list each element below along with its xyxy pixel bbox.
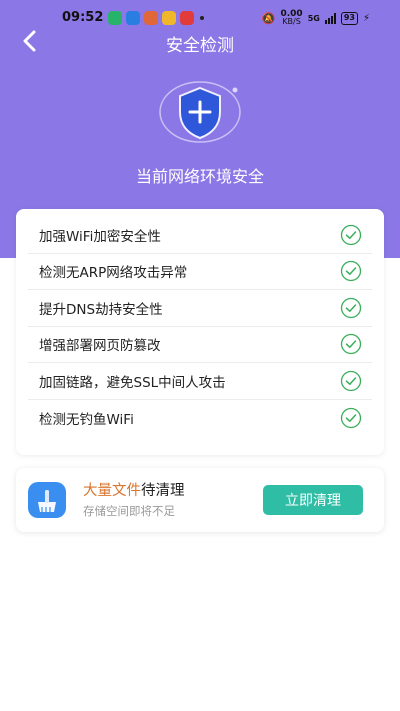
check-item: 加强WiFi加密安全性 (28, 217, 372, 254)
net-speed: 0.00 KB/S (280, 10, 302, 26)
video-app-icon (162, 11, 176, 25)
security-checks-card: 加强WiFi加密安全性 检测无ARP网络攻击异常 提升DNS劫持安全性 增强部署… (16, 209, 384, 455)
check-label: 增强部署网页防篡改 (39, 338, 161, 355)
check-circle-icon (340, 224, 362, 245)
check-item: 检测无钓鱼WiFi (28, 400, 372, 437)
check-circle-icon (340, 261, 362, 282)
news-app-icon (180, 11, 194, 25)
shield-icon (159, 81, 241, 143)
cleanup-subtitle: 存储空间即将不足 (83, 504, 175, 518)
check-item: 加固链路，避免SSL中间人攻击 (28, 363, 372, 400)
check-label: 检测无ARP网络攻击异常 (39, 265, 188, 282)
check-item: 检测无ARP网络攻击异常 (28, 254, 372, 290)
charging-icon: ⚡ (362, 12, 370, 24)
status-indicators: 🔕 0.00 KB/S 5G 93 ⚡ (262, 10, 370, 26)
cleanup-card: 大量文件待清理 存储空间即将不足 立即清理 (16, 468, 384, 532)
notification-icons (108, 11, 204, 25)
check-label: 检测无钓鱼WiFi (39, 411, 134, 428)
page-title: 安全检测 (166, 36, 234, 56)
check-circle-icon (340, 407, 362, 428)
signal-icon (324, 12, 336, 24)
cleanup-title-highlight: 大量文件 (83, 483, 141, 499)
more-notifications-dot (200, 16, 204, 20)
cleanup-title-rest: 待清理 (141, 483, 185, 499)
check-item: 增强部署网页防篡改 (28, 327, 372, 363)
chat-app-icon (108, 11, 122, 25)
check-circle-icon (340, 370, 362, 391)
net-speed-unit: KB/S (282, 17, 301, 26)
network-type: 5G (307, 13, 320, 23)
network-status-text: 当前网络环境安全 (135, 167, 264, 186)
status-bar: 09:52 🔕 0.00 KB/S 5G 93 ⚡ (0, 8, 400, 30)
broom-icon (28, 482, 66, 518)
game-app-icon (144, 11, 158, 25)
check-item: 提升DNS劫持安全性 (28, 290, 372, 327)
battery-icon: 93 (340, 11, 358, 25)
check-label: 加固链路，避免SSL中间人攻击 (39, 374, 226, 391)
check-label: 加强WiFi加密安全性 (39, 228, 161, 245)
check-circle-icon (340, 297, 362, 318)
clean-now-button[interactable]: 立即清理 (263, 485, 363, 515)
status-time: 09:52 (62, 10, 104, 25)
check-label: 提升DNS劫持安全性 (39, 301, 163, 318)
check-circle-icon (340, 334, 362, 355)
zhihu-app-icon (126, 11, 140, 25)
mute-icon: 🔕 (261, 11, 276, 25)
cleanup-title: 大量文件待清理 (83, 479, 185, 500)
